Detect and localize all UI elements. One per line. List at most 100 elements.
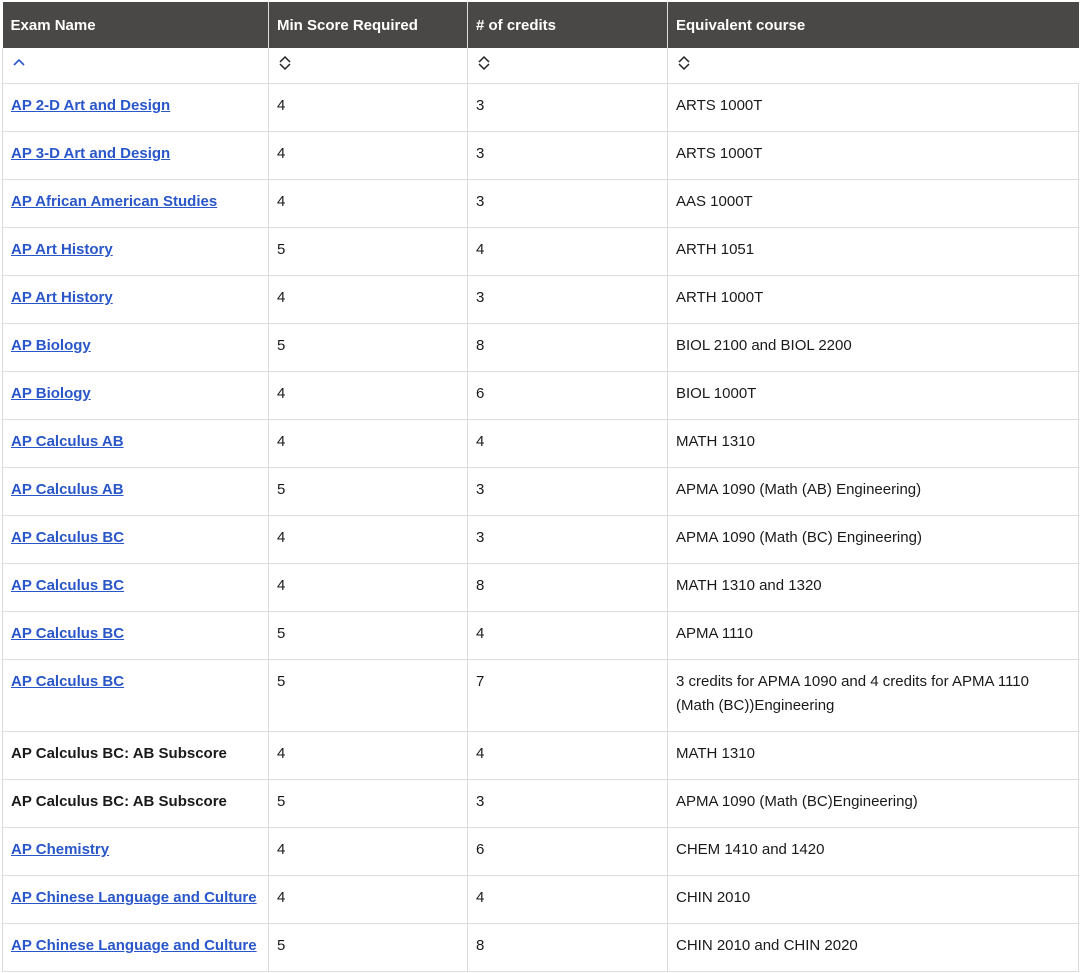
cell-equivalent-course: ARTH 1051 — [667, 227, 1079, 276]
exam-link[interactable]: AP Biology — [11, 385, 91, 402]
exam-link[interactable]: AP Calculus BC — [11, 577, 124, 594]
table-row: AP Calculus BC: AB Subscore 4 4 MATH 1310 — [2, 731, 1079, 780]
cell-min-score: 5 — [268, 611, 468, 660]
cell-min-score: 4 — [268, 83, 468, 132]
cell-credits: 8 — [467, 563, 668, 612]
table-row: AP Biology 5 8 BIOL 2100 and BIOL 2200 — [2, 323, 1079, 372]
cell-credits: 6 — [467, 371, 668, 420]
exam-link[interactable]: AP Art History — [11, 241, 113, 258]
cell-equivalent-course: CHIN 2010 — [667, 875, 1079, 924]
cell-credits: 6 — [467, 827, 668, 876]
cell-credits: 3 — [467, 275, 668, 324]
cell-equivalent-course: 3 credits for APMA 1090 and 4 credits fo… — [667, 659, 1079, 732]
column-header-equivalent-course[interactable]: Equivalent course — [667, 2, 1079, 48]
table-row: AP Calculus AB 4 4 MATH 1310 — [2, 419, 1079, 468]
table-row: AP Chinese Language and Culture 4 4 CHIN 20… — [2, 875, 1079, 924]
exam-link[interactable]: AP Calculus AB — [11, 433, 124, 450]
sort-cell-exam-name — [2, 48, 269, 84]
exam-link[interactable]: AP Chinese Language and Culture — [11, 937, 257, 954]
exam-link[interactable]: AP 2-D Art and Design — [11, 97, 170, 114]
exam-name-text: AP Calculus BC: AB Subscore — [11, 745, 227, 762]
exam-link[interactable]: AP African American Studies — [11, 193, 217, 210]
cell-min-score: 4 — [268, 275, 468, 324]
exam-link[interactable]: AP Chinese Language and Culture — [11, 889, 257, 906]
cell-min-score: 5 — [268, 467, 468, 516]
cell-min-score: 4 — [268, 371, 468, 420]
cell-equivalent-course: APMA 1090 (Math (BC) Engineering) — [667, 515, 1079, 564]
exam-link[interactable]: AP Calculus AB — [11, 481, 124, 498]
cell-credits: 4 — [467, 419, 668, 468]
table-row: AP Calculus BC 5 4 APMA 1110 — [2, 611, 1079, 660]
cell-exam-name: AP Calculus BC: AB Subscore — [2, 779, 269, 828]
cell-equivalent-course: APMA 1090 (Math (AB) Engineering) — [667, 467, 1079, 516]
table-row: AP African American Studies 4 3 AAS 1000T — [2, 179, 1079, 228]
cell-credits: 3 — [467, 83, 668, 132]
cell-equivalent-course: ARTH 1000T — [667, 275, 1079, 324]
cell-equivalent-course: BIOL 2100 and BIOL 2200 — [667, 323, 1079, 372]
column-header-exam-name[interactable]: Exam Name — [2, 2, 269, 48]
cell-min-score: 4 — [268, 131, 468, 180]
cell-credits: 8 — [467, 323, 668, 372]
cell-exam-name: AP Chinese Language and Culture — [2, 923, 269, 972]
cell-exam-name: AP Calculus AB — [2, 419, 269, 468]
cell-exam-name: AP Chinese Language and Culture — [2, 875, 269, 924]
chevron-up-icon[interactable] — [11, 55, 27, 71]
table-row: AP Calculus BC 4 8 MATH 1310 and 1320 — [2, 563, 1079, 612]
sort-toggle-icon[interactable] — [476, 55, 492, 71]
cell-credits: 3 — [467, 779, 668, 828]
cell-min-score: 5 — [268, 779, 468, 828]
cell-exam-name: AP Calculus BC — [2, 563, 269, 612]
cell-credits: 4 — [467, 611, 668, 660]
sort-toggle-icon[interactable] — [277, 55, 293, 71]
sort-toggle-icon[interactable] — [676, 55, 692, 71]
cell-exam-name: AP 3-D Art and Design — [2, 131, 269, 180]
exam-credit-table: Exam Name Min Score Required # of credit… — [2, 2, 1079, 972]
table-header-row: Exam Name Min Score Required # of credit… — [2, 2, 1079, 48]
cell-exam-name: AP Calculus AB — [2, 467, 269, 516]
table-row: AP Calculus AB 5 3 APMA 1090 (Math (AB) Eng… — [2, 467, 1079, 516]
exam-link[interactable]: AP Art History — [11, 289, 113, 306]
exam-link[interactable]: AP Biology — [11, 337, 91, 354]
exam-link[interactable]: AP Calculus BC — [11, 673, 124, 690]
cell-equivalent-course: CHIN 2010 and CHIN 2020 — [667, 923, 1079, 972]
table-row: AP Chinese Language and Culture 5 8 CHIN 20… — [2, 923, 1079, 972]
cell-equivalent-course: AAS 1000T — [667, 179, 1079, 228]
cell-min-score: 4 — [268, 875, 468, 924]
cell-equivalent-course: ARTS 1000T — [667, 83, 1079, 132]
cell-equivalent-course: MATH 1310 and 1320 — [667, 563, 1079, 612]
sort-cell-min-score — [268, 48, 468, 84]
cell-min-score: 4 — [268, 419, 468, 468]
cell-exam-name: AP Chemistry — [2, 827, 269, 876]
cell-exam-name: AP Biology — [2, 323, 269, 372]
exam-name-text: AP Calculus BC: AB Subscore — [11, 793, 227, 810]
column-header-min-score[interactable]: Min Score Required — [268, 2, 468, 48]
cell-min-score: 4 — [268, 563, 468, 612]
table-row: AP Chemistry 4 6 CHEM 1410 and 1420 — [2, 827, 1079, 876]
column-header-credits[interactable]: # of credits — [467, 2, 668, 48]
exam-link[interactable]: AP 3-D Art and Design — [11, 145, 170, 162]
cell-exam-name: AP Calculus BC: AB Subscore — [2, 731, 269, 780]
exam-link[interactable]: AP Calculus BC — [11, 625, 124, 642]
cell-credits: 4 — [467, 875, 668, 924]
sort-cell-credits — [467, 48, 668, 84]
exam-link[interactable]: AP Calculus BC — [11, 529, 124, 546]
cell-min-score: 5 — [268, 659, 468, 732]
cell-min-score: 5 — [268, 923, 468, 972]
cell-equivalent-course: MATH 1310 — [667, 731, 1079, 780]
cell-credits: 3 — [467, 467, 668, 516]
cell-equivalent-course: ARTS 1000T — [667, 131, 1079, 180]
cell-equivalent-course: BIOL 1000T — [667, 371, 1079, 420]
cell-equivalent-course: CHEM 1410 and 1420 — [667, 827, 1079, 876]
table-row: AP Art History 4 3 ARTH 1000T — [2, 275, 1079, 324]
cell-min-score: 5 — [268, 227, 468, 276]
cell-credits: 8 — [467, 923, 668, 972]
cell-min-score: 5 — [268, 323, 468, 372]
cell-credits: 3 — [467, 179, 668, 228]
table-row: AP Art History 5 4 ARTH 1051 — [2, 227, 1079, 276]
table-row: AP 2-D Art and Design 4 3 ARTS 1000T — [2, 83, 1079, 132]
cell-equivalent-course: MATH 1310 — [667, 419, 1079, 468]
exam-link[interactable]: AP Chemistry — [11, 841, 109, 858]
cell-exam-name: AP African American Studies — [2, 179, 269, 228]
cell-credits: 3 — [467, 515, 668, 564]
cell-exam-name: AP Calculus BC — [2, 611, 269, 660]
